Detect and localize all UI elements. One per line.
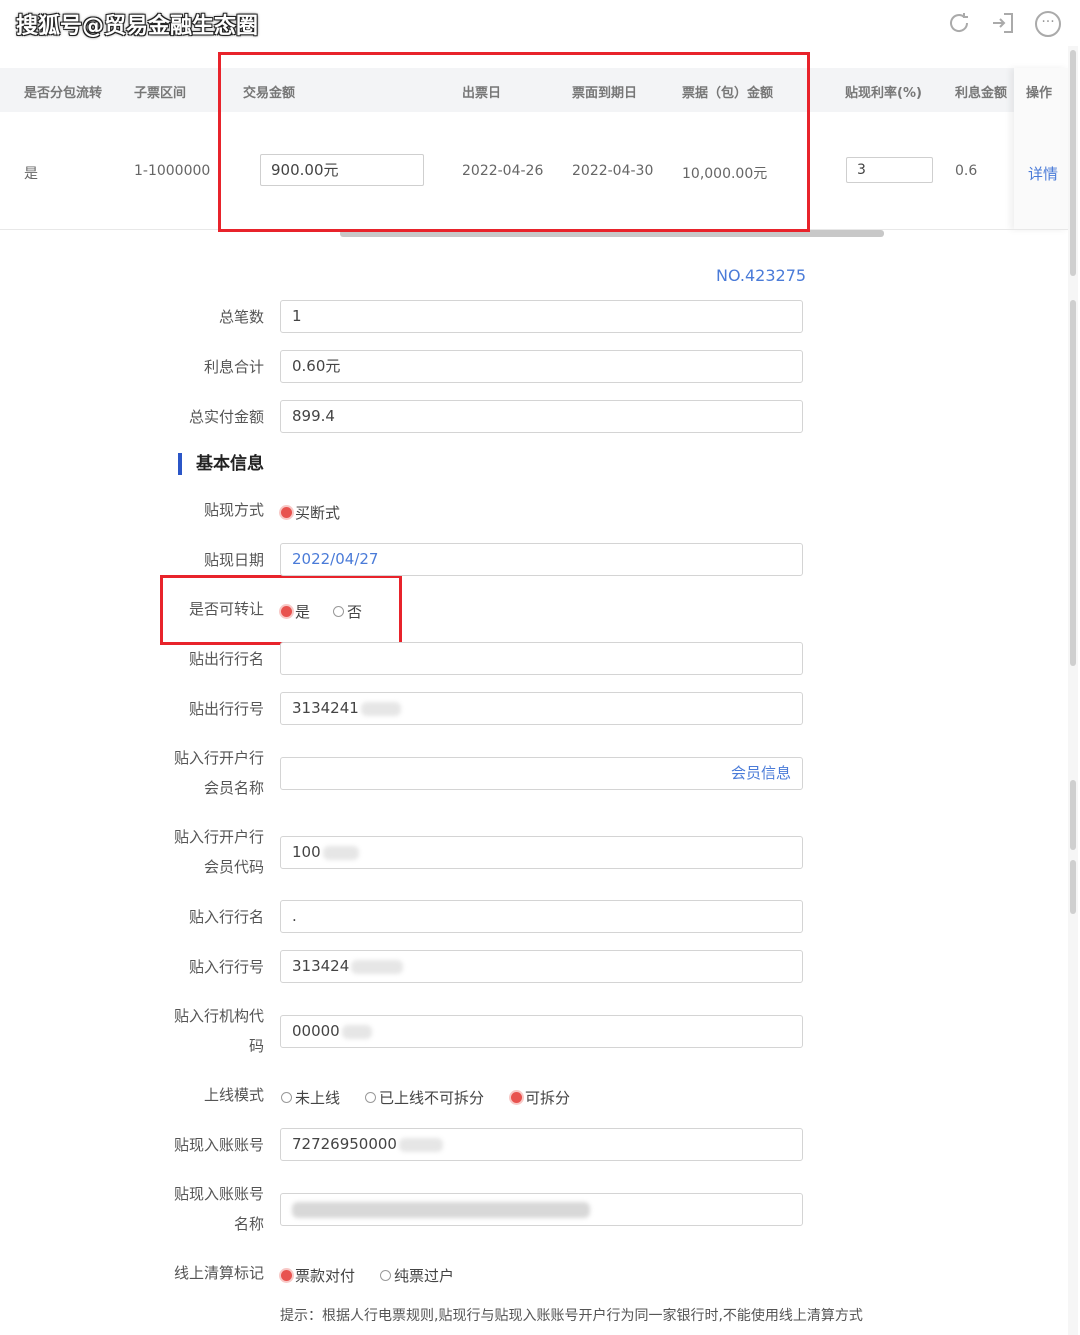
radio-empty-icon [380,1270,391,1281]
total-paid-field[interactable]: 899.4 [280,400,803,433]
order-number: NO.423275 [716,266,807,285]
col-interest: 利息金额 [955,86,1008,101]
discount-date-label: 贴现日期 [203,551,264,569]
refresh-icon[interactable] [946,10,972,36]
scroll-thumb[interactable] [1070,50,1076,276]
online-mode-radio-splittable[interactable]: 可拆分 [511,1087,570,1108]
in-bank-no-field[interactable]: 313424 [280,950,803,983]
scroll-thumb[interactable] [1070,860,1076,914]
total-count-label: 总笔数 [218,308,264,326]
total-paid-label: 总实付金额 [188,408,264,426]
interest-total-label: 利息合计 [203,358,264,376]
out-bank-name-field[interactable] [280,642,803,675]
in-member-code-label: 贴入行开户行 会员代码 [173,828,264,876]
detail-link[interactable]: 详情 [1028,163,1058,184]
col-rate: 贴现利率(%) [845,86,922,101]
cell-interest: 0.6 [955,163,978,179]
radio-selected-icon [281,1270,292,1281]
scroll-thumb[interactable] [1070,300,1076,666]
discount-method-radio[interactable]: 买断式 [281,502,340,523]
in-org-code-field[interactable]: 00000 [280,1015,803,1048]
clearing-radio-transfer[interactable]: 纯票过户 [380,1265,454,1286]
radio-selected-icon [511,1092,522,1103]
radio-selected-icon [281,507,292,518]
scroll-thumb[interactable] [1070,780,1076,850]
online-mode-label: 上线模式 [203,1086,264,1104]
watermark: 搜狐号@贸易金融生态圈 [16,14,259,39]
highlight-box-table [218,52,810,232]
in-member-code-field[interactable]: 100 [280,836,803,869]
discount-date-field[interactable]: 2022/04/27 [280,543,803,576]
account-no-field[interactable]: 72726950000 [280,1128,803,1161]
radio-empty-icon [365,1092,376,1103]
transferable-no-radio[interactable]: 否 [333,601,362,622]
rate-input[interactable]: 3 [846,157,933,183]
interest-total-field[interactable]: 0.60元 [280,350,803,383]
exit-icon[interactable] [990,10,1016,36]
transferable-label: 是否可转让 [188,600,264,618]
account-name-label: 贴现入账账号 名称 [173,1185,264,1233]
col-range: 子票区间 [134,86,187,101]
out-bank-name-label: 贴出行行名 [188,650,264,668]
clearing-radio-dvp[interactable]: 票款对付 [281,1265,355,1286]
in-bank-no-label: 贴入行行号 [188,958,264,976]
in-bank-name-label: 贴入行行名 [188,908,264,926]
clearing-label: 线上清算标记 [173,1264,264,1282]
discount-method-label: 贴现方式 [203,501,264,519]
transferable-yes-radio[interactable]: 是 [281,601,310,622]
radio-empty-icon [281,1092,292,1103]
cell-split: 是 [24,166,38,182]
cell-range: 1-1000000 [134,163,211,179]
out-bank-no-field[interactable]: 3134241 [280,692,803,725]
online-mode-radio-unsplittable[interactable]: 已上线不可拆分 [365,1087,484,1108]
radio-selected-icon [281,606,292,617]
in-org-code-label: 贴入行机构代码 [173,1007,264,1055]
member-info-link[interactable]: 会员信息 [731,758,791,789]
account-no-label: 贴现入账账号 [173,1136,264,1154]
total-count-field[interactable]: 1 [280,300,803,333]
tip-text: 提示：根据人行电票规则,贴现行与贴现入账账号开户行为同一家银行时,不能使用线上清… [280,1308,863,1324]
in-bank-name-field[interactable]: . [280,900,803,933]
radio-empty-icon [333,606,344,617]
in-member-name-field[interactable]: 会员信息 [280,757,803,790]
account-name-field[interactable] [280,1193,803,1226]
section-title-basic: 基本信息 [178,453,264,475]
col-action: 操作 [1026,86,1053,101]
out-bank-no-label: 贴出行行号 [188,700,264,718]
col-split: 是否分包流转 [24,86,103,101]
in-member-name-label: 贴入行开户行 会员名称 [173,749,264,797]
more-icon[interactable]: ··· [1035,11,1061,37]
online-mode-radio-offline[interactable]: 未上线 [281,1087,340,1108]
